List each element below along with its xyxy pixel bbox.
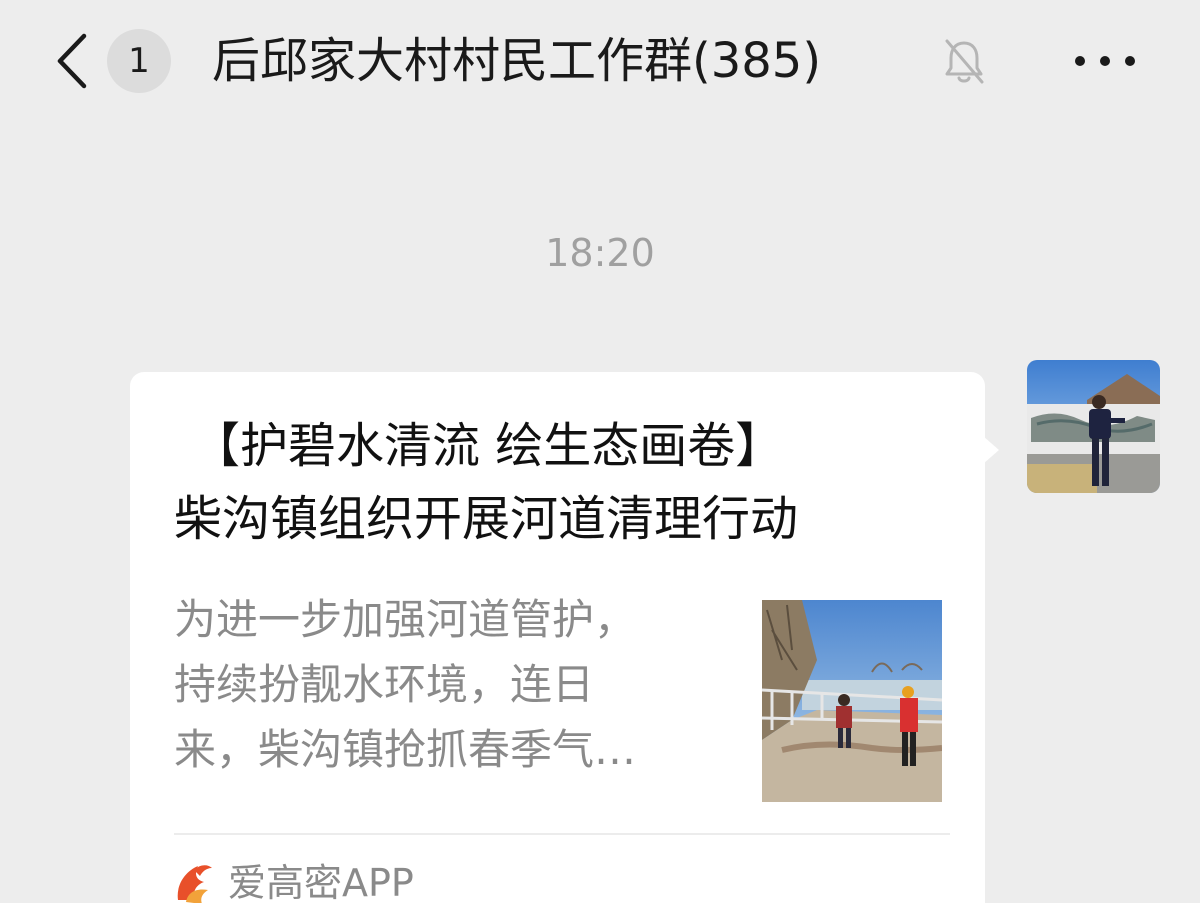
card-description: 为进一步加强河道管护， 持续扮靓水环境，连日 来，柴沟镇抢抓春季气… [174, 587, 734, 782]
card-description-line: 为进一步加强河道管护， [174, 595, 637, 644]
card-description-line: 来，柴沟镇抢抓春季气… [174, 725, 637, 774]
unread-count-badge[interactable]: 1 [107, 29, 171, 93]
sender-avatar[interactable] [1027, 360, 1160, 493]
app-logo-icon [174, 860, 214, 903]
chevron-left-icon [57, 33, 87, 89]
chat-header: 1 后邱家大村村民工作群(385) [0, 0, 1200, 125]
more-options-button[interactable] [1070, 38, 1140, 84]
chat-screen: 1 后邱家大村村民工作群(385) 18:20 【护碧水清流 绘生态画卷】 柴沟… [0, 0, 1200, 903]
card-title: 【护碧水清流 绘生态画卷】 柴沟镇组织开展河道清理行动 [174, 410, 964, 556]
card-title-line: 柴沟镇组织开展河道清理行动 [174, 491, 799, 547]
back-button[interactable] [48, 30, 98, 92]
card-source-name: 爱高密APP [228, 861, 414, 903]
chat-title[interactable]: 后邱家大村村民工作群(385) [212, 26, 821, 96]
link-card-message[interactable]: 【护碧水清流 绘生态画卷】 柴沟镇组织开展河道清理行动 为进一步加强河道管护， … [130, 372, 985, 903]
bubble-tail [983, 436, 999, 464]
bell-off-icon [942, 37, 986, 85]
card-title-line: 【护碧水清流 绘生态画卷】 [192, 418, 784, 474]
more-horizontal-icon [1075, 56, 1135, 66]
card-divider [174, 833, 950, 835]
message-timestamp: 18:20 [545, 231, 655, 275]
card-description-line: 持续扮靓水环境，连日 [174, 660, 595, 709]
card-thumbnail [762, 600, 942, 802]
